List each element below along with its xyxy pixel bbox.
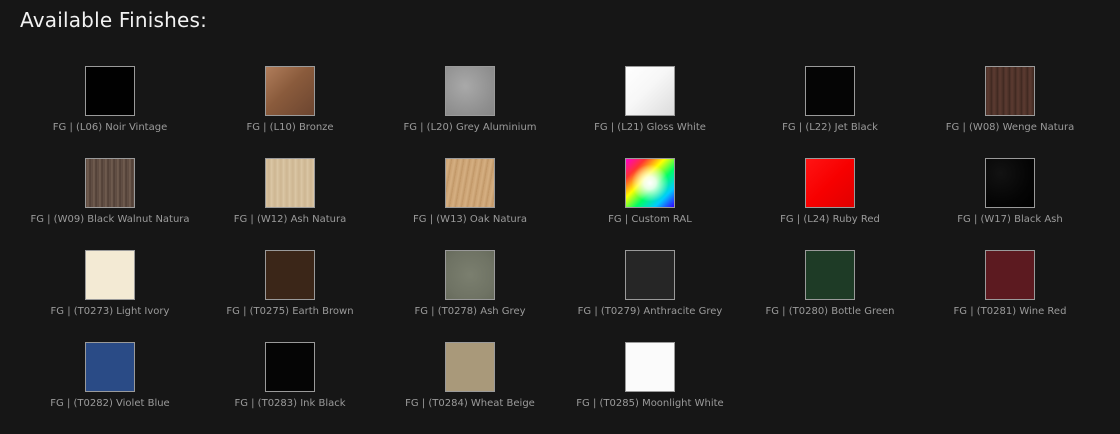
finish-swatch[interactable]: [445, 250, 495, 300]
finish-label: FG | (W13) Oak Natura: [413, 214, 527, 225]
finish-item-ash-grey[interactable]: FG | (T0278) Ash Grey: [380, 250, 560, 342]
finish-label: FG | (T0275) Earth Brown: [226, 306, 354, 317]
finish-item-bronze[interactable]: FG | (L10) Bronze: [200, 66, 380, 158]
finish-label: FG | (T0278) Ash Grey: [414, 306, 526, 317]
finish-label: FG | (T0285) Moonlight White: [576, 398, 724, 409]
finish-item-moonlight-white[interactable]: FG | (T0285) Moonlight White: [560, 342, 740, 434]
finish-label: FG | (W17) Black Ash: [957, 214, 1063, 225]
finish-swatch[interactable]: [265, 342, 315, 392]
finish-item-oak-natura[interactable]: FG | (W13) Oak Natura: [380, 158, 560, 250]
finish-swatch[interactable]: [625, 250, 675, 300]
finish-label: FG | (W08) Wenge Natura: [945, 122, 1075, 133]
finish-label: FG | (T0279) Anthracite Grey: [577, 306, 723, 317]
finish-swatch[interactable]: [625, 342, 675, 392]
finish-swatch[interactable]: [445, 158, 495, 208]
finish-item-light-ivory[interactable]: FG | (T0273) Light Ivory: [20, 250, 200, 342]
finish-swatch[interactable]: [445, 342, 495, 392]
finish-swatch[interactable]: [985, 250, 1035, 300]
finish-swatch[interactable]: [85, 158, 135, 208]
finish-label: FG | (W09) Black Walnut Natura: [30, 214, 190, 225]
finish-item-noir-vintage[interactable]: FG | (L06) Noir Vintage: [20, 66, 200, 158]
finish-item-bottle-green[interactable]: FG | (T0280) Bottle Green: [740, 250, 920, 342]
finish-swatch[interactable]: [985, 66, 1035, 116]
finish-swatch[interactable]: [265, 250, 315, 300]
page-title: Available Finishes:: [20, 8, 208, 32]
finish-swatch[interactable]: [445, 66, 495, 116]
finish-item-ash-natura[interactable]: FG | (W12) Ash Natura: [200, 158, 380, 250]
finish-item-ruby-red[interactable]: FG | (L24) Ruby Red: [740, 158, 920, 250]
finish-item-ink-black[interactable]: FG | (T0283) Ink Black: [200, 342, 380, 434]
finish-label: FG | (T0280) Bottle Green: [765, 306, 895, 317]
finish-label: FG | (L10) Bronze: [246, 122, 334, 133]
finish-item-wine-red[interactable]: FG | (T0281) Wine Red: [920, 250, 1100, 342]
finish-swatch[interactable]: [85, 66, 135, 116]
finish-label: FG | (T0283) Ink Black: [234, 398, 346, 409]
finish-item-anthracite-grey[interactable]: FG | (T0279) Anthracite Grey: [560, 250, 740, 342]
finish-item-gloss-white[interactable]: FG | (L21) Gloss White: [560, 66, 740, 158]
finish-label: FG | (T0273) Light Ivory: [50, 306, 170, 317]
finish-item-black-ash[interactable]: FG | (W17) Black Ash: [920, 158, 1100, 250]
finish-item-custom-ral[interactable]: FG | Custom RAL: [560, 158, 740, 250]
finish-item-wenge-natura[interactable]: FG | (W08) Wenge Natura: [920, 66, 1100, 158]
finish-swatch[interactable]: [805, 158, 855, 208]
finish-item-violet-blue[interactable]: FG | (T0282) Violet Blue: [20, 342, 200, 434]
finish-label: FG | (L22) Jet Black: [782, 122, 878, 133]
finish-swatch[interactable]: [805, 250, 855, 300]
finish-swatch[interactable]: [265, 158, 315, 208]
finish-swatch[interactable]: [805, 66, 855, 116]
finish-label: FG | (L06) Noir Vintage: [52, 122, 168, 133]
finish-item-jet-black[interactable]: FG | (L22) Jet Black: [740, 66, 920, 158]
finish-label: FG | (T0284) Wheat Beige: [405, 398, 535, 409]
finish-item-grey-aluminium[interactable]: FG | (L20) Grey Aluminium: [380, 66, 560, 158]
finish-swatch[interactable]: [625, 158, 675, 208]
finish-swatch[interactable]: [85, 250, 135, 300]
finish-label: FG | (T0282) Violet Blue: [50, 398, 170, 409]
finish-label: FG | Custom RAL: [608, 214, 692, 225]
finish-swatch[interactable]: [985, 158, 1035, 208]
finish-label: FG | (W12) Ash Natura: [233, 214, 347, 225]
finishes-grid: FG | (L06) Noir Vintage FG | (L10) Bronz…: [20, 66, 1100, 434]
finish-label: FG | (L21) Gloss White: [594, 122, 706, 133]
finish-swatch[interactable]: [85, 342, 135, 392]
finish-item-black-walnut-natura[interactable]: FG | (W09) Black Walnut Natura: [20, 158, 200, 250]
finish-swatch[interactable]: [265, 66, 315, 116]
finish-label: FG | (L24) Ruby Red: [780, 214, 880, 225]
finish-label: FG | (L20) Grey Aluminium: [403, 122, 537, 133]
finish-item-wheat-beige[interactable]: FG | (T0284) Wheat Beige: [380, 342, 560, 434]
finish-swatch[interactable]: [625, 66, 675, 116]
finish-label: FG | (T0281) Wine Red: [953, 306, 1067, 317]
finish-item-earth-brown[interactable]: FG | (T0275) Earth Brown: [200, 250, 380, 342]
